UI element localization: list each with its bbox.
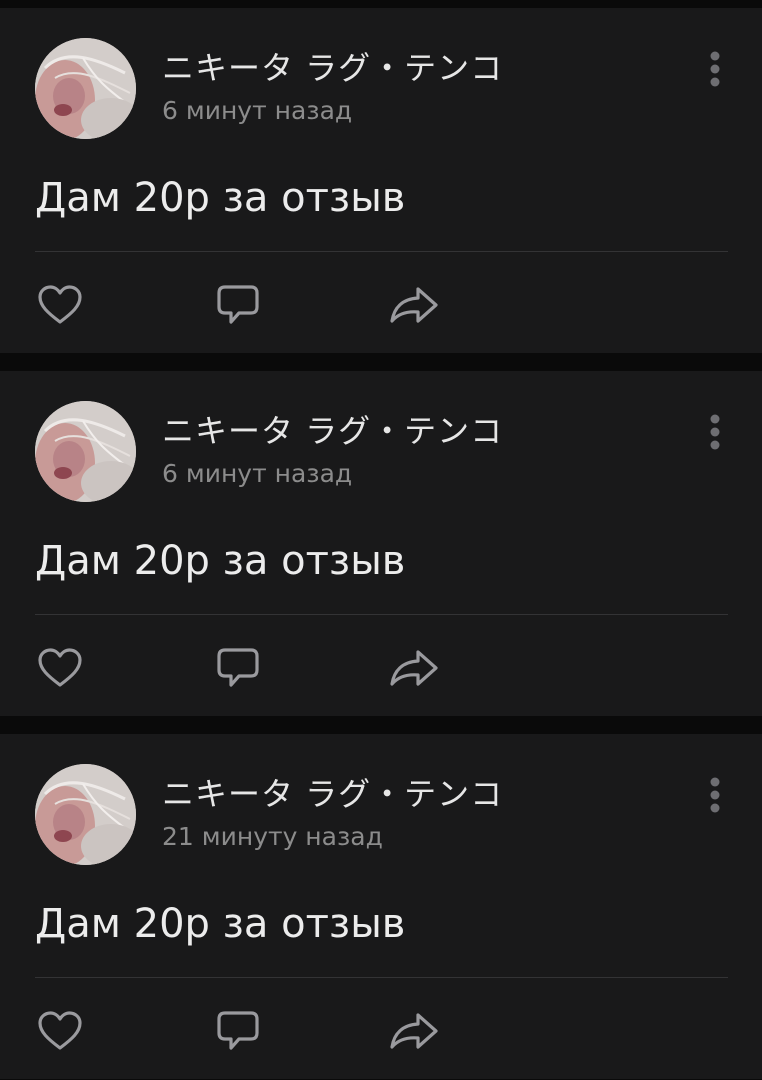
comment-button[interactable] xyxy=(212,1006,264,1056)
post-card: ニキータ ラグ・テンコ 6 минут назад Дам 20р за отз… xyxy=(0,371,762,716)
share-button[interactable] xyxy=(388,280,440,330)
author-name[interactable]: ニキータ ラグ・テンコ xyxy=(162,48,503,88)
post-time: 21 минуту назад xyxy=(162,822,383,851)
heart-icon xyxy=(38,648,82,687)
divider xyxy=(35,614,728,615)
post-text: Дам 20р за отзыв xyxy=(35,901,406,947)
post-text: Дам 20р за отзыв xyxy=(35,175,406,221)
share-icon xyxy=(390,1013,438,1049)
avatar-photo xyxy=(35,764,136,865)
heart-icon xyxy=(38,285,82,324)
post-card: ニキータ ラグ・テンコ 21 минуту назад Дам 20р за о… xyxy=(0,734,762,1079)
share-button[interactable] xyxy=(388,643,440,693)
like-button[interactable] xyxy=(34,280,86,330)
avatar[interactable] xyxy=(35,38,136,139)
heart-icon xyxy=(38,1011,82,1050)
more-options-icon[interactable] xyxy=(700,411,730,455)
share-icon xyxy=(390,287,438,323)
comment-icon xyxy=(217,285,259,324)
author-name[interactable]: ニキータ ラグ・テンコ xyxy=(162,411,503,451)
avatar-photo xyxy=(35,401,136,502)
post-text: Дам 20р за отзыв xyxy=(35,538,406,584)
share-button[interactable] xyxy=(388,1006,440,1056)
author-name[interactable]: ニキータ ラグ・テンコ xyxy=(162,774,503,814)
divider xyxy=(35,977,728,978)
avatar-photo xyxy=(35,38,136,139)
post-time: 6 минут назад xyxy=(162,459,353,488)
feed: ニキータ ラグ・テンコ 6 минут назад Дам 20р за отз… xyxy=(0,0,762,1080)
comment-button[interactable] xyxy=(212,280,264,330)
more-options-icon[interactable] xyxy=(700,774,730,818)
comment-icon xyxy=(217,648,259,687)
more-options-icon[interactable] xyxy=(700,48,730,92)
like-button[interactable] xyxy=(34,1006,86,1056)
share-icon xyxy=(390,650,438,686)
avatar[interactable] xyxy=(35,401,136,502)
comment-button[interactable] xyxy=(212,643,264,693)
post-card: ニキータ ラグ・テンコ 6 минут назад Дам 20р за отз… xyxy=(0,8,762,353)
avatar[interactable] xyxy=(35,764,136,865)
post-time: 6 минут назад xyxy=(162,96,353,125)
comment-icon xyxy=(217,1011,259,1050)
like-button[interactable] xyxy=(34,643,86,693)
divider xyxy=(35,251,728,252)
